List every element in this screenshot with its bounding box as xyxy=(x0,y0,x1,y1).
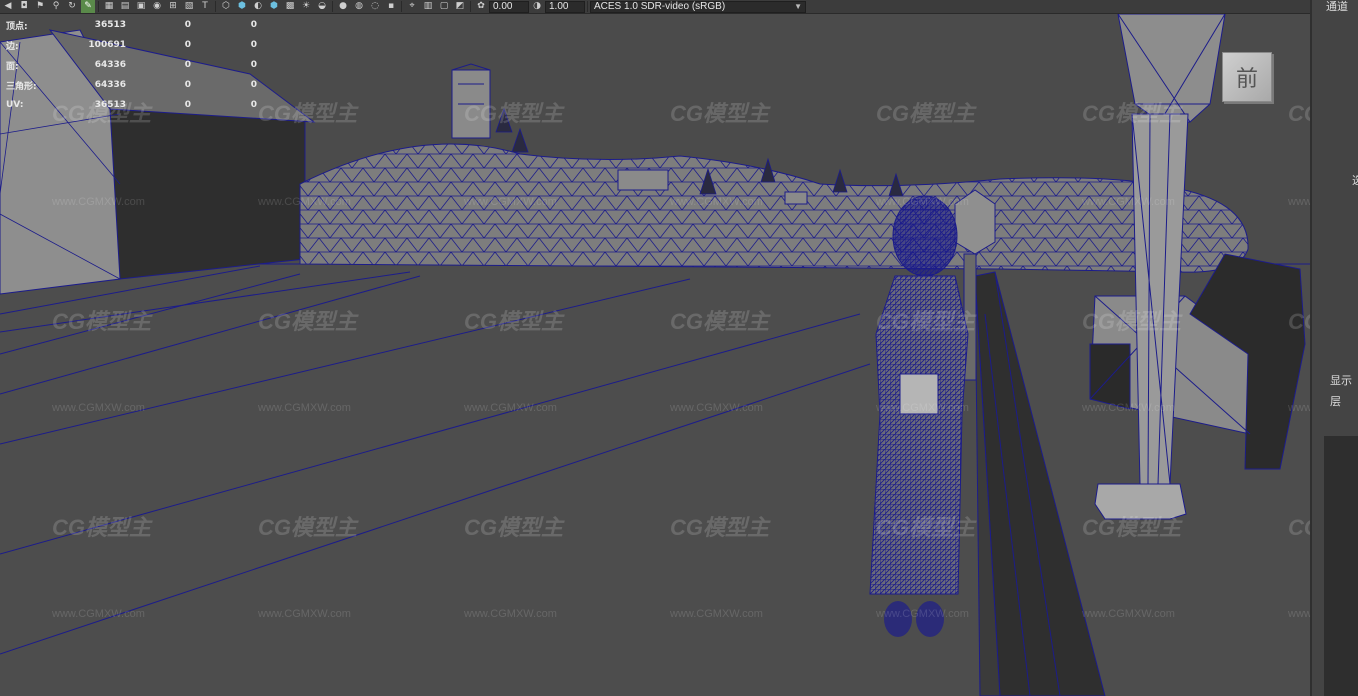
color-space-dropdown[interactable]: ACES 1.0 SDR-video (sRGB) ▼ xyxy=(590,0,806,13)
exposure-field[interactable]: 0.00 xyxy=(489,0,529,13)
smooth-shade-icon[interactable]: ⬢ xyxy=(235,0,249,13)
hud-label: UV: xyxy=(6,100,24,110)
hud-value: 0 xyxy=(184,100,191,110)
layer-tab[interactable]: 层 xyxy=(1330,393,1341,409)
pencil-icon[interactable]: ✎ xyxy=(81,0,95,13)
hud-value: 0 xyxy=(184,60,191,70)
chevron-down-icon: ▼ xyxy=(794,1,802,11)
camera-icon[interactable]: ◀ xyxy=(1,0,15,13)
use-all-lights-icon[interactable]: ☀ xyxy=(299,0,313,13)
view-cube[interactable]: 前 xyxy=(1222,52,1272,102)
hud-value: 0 xyxy=(184,80,191,90)
viewport-toolbar: ◀ ◘ ⚑ ⚲ ↻ ✎ ▦ ▤ ▣ ◉ ⊞ ▧ T ⬡ ⬢ ◐ ⬢ ▩ ☀ ◒ … xyxy=(0,0,1310,14)
hud-value: 36513 xyxy=(94,100,126,110)
hud-value: 100691 xyxy=(88,40,126,50)
poly-count-hud: 顶点: 36513 0 0 边: 100691 0 0 面: 64336 0 0… xyxy=(6,15,257,115)
image-plane-icon[interactable]: ⚲ xyxy=(49,0,63,13)
hud-value: 0 xyxy=(250,60,257,70)
resolution-gate-icon[interactable]: ▣ xyxy=(134,0,148,13)
terrain-model xyxy=(299,63,1249,273)
channel-box-panel: 通道 选 显示 层 xyxy=(1310,0,1358,696)
hud-value: 0 xyxy=(184,20,191,30)
xray-icon[interactable]: ▥ xyxy=(421,0,435,13)
gamma-icon[interactable]: ◑ xyxy=(530,0,544,13)
bookmark-icon[interactable]: ⚑ xyxy=(33,0,47,13)
field-chart-icon[interactable]: ⊞ xyxy=(166,0,180,13)
hud-value: 0 xyxy=(250,20,257,30)
hud-value: 0 xyxy=(250,80,257,90)
hud-value: 0 xyxy=(184,40,191,50)
hud-value: 64336 xyxy=(94,60,126,70)
safe-action-icon[interactable]: ▧ xyxy=(182,0,196,13)
grease-pencil-icon[interactable]: ↻ xyxy=(65,0,79,13)
hud-label: 顶点: xyxy=(6,21,28,32)
shadows-icon[interactable]: ◒ xyxy=(315,0,329,13)
hud-value: 64336 xyxy=(94,80,126,90)
hud-value: 0 xyxy=(250,100,257,110)
default-material-icon[interactable]: ◐ xyxy=(251,0,265,13)
toolbar-divider xyxy=(332,1,333,12)
hud-row-vertices: 顶点: 36513 0 0 xyxy=(6,15,257,35)
toolbar-divider xyxy=(98,1,99,12)
screen-space-ao-icon[interactable]: ● xyxy=(336,0,350,13)
grid-icon[interactable]: ▦ xyxy=(102,0,116,13)
motion-blur-icon[interactable]: ◍ xyxy=(352,0,366,13)
toolbar-divider xyxy=(215,1,216,12)
xray-joints-icon[interactable]: ◩ xyxy=(453,0,467,13)
toolbar-divider xyxy=(470,1,471,12)
wireframe-icon[interactable]: ⬡ xyxy=(219,0,233,13)
layer-list[interactable] xyxy=(1324,436,1358,696)
hud-row-edges: 边: 100691 0 0 xyxy=(6,35,257,55)
channel-tab[interactable]: 通道 xyxy=(1326,0,1348,14)
exposure-icon[interactable]: ✿ xyxy=(474,0,488,13)
toolbar-divider xyxy=(401,1,402,12)
hud-value: 0 xyxy=(250,40,257,50)
isolate-select-icon[interactable]: ⌖ xyxy=(405,0,419,13)
hud-label: 面: xyxy=(6,61,19,72)
gate-mask-icon[interactable]: ◉ xyxy=(150,0,164,13)
depth-of-field-icon[interactable]: ▪ xyxy=(384,0,398,13)
hud-value: 36513 xyxy=(94,20,126,30)
xray-active-components-icon[interactable]: ▢ xyxy=(437,0,451,13)
hud-row-triangles: 三角形: 64336 0 0 xyxy=(6,75,257,95)
hud-label: 三角形: xyxy=(6,81,37,92)
toolbar-divider xyxy=(587,1,588,12)
scene-wireframe xyxy=(0,14,1310,696)
hud-row-uvs: UV: 36513 0 0 xyxy=(6,95,257,115)
camera-attributes-icon[interactable]: ◘ xyxy=(17,0,31,13)
partial-label: 选 xyxy=(1352,174,1358,187)
color-space-value: ACES 1.0 SDR-video (sRGB) xyxy=(594,0,726,12)
display-tab[interactable]: 显示 xyxy=(1330,372,1352,388)
film-gate-icon[interactable]: ▤ xyxy=(118,0,132,13)
gamma-field[interactable]: 1.00 xyxy=(545,0,585,13)
3d-viewport[interactable]: 顶点: 36513 0 0 边: 100691 0 0 面: 64336 0 0… xyxy=(0,14,1310,696)
textured-icon[interactable]: ▩ xyxy=(283,0,297,13)
wireframe-on-shaded-icon[interactable]: ⬢ xyxy=(267,0,281,13)
anti-aliasing-icon[interactable]: ◌ xyxy=(368,0,382,13)
hud-label: 边: xyxy=(6,41,19,52)
safe-title-icon[interactable]: T xyxy=(198,0,212,13)
hud-row-faces: 面: 64336 0 0 xyxy=(6,55,257,75)
